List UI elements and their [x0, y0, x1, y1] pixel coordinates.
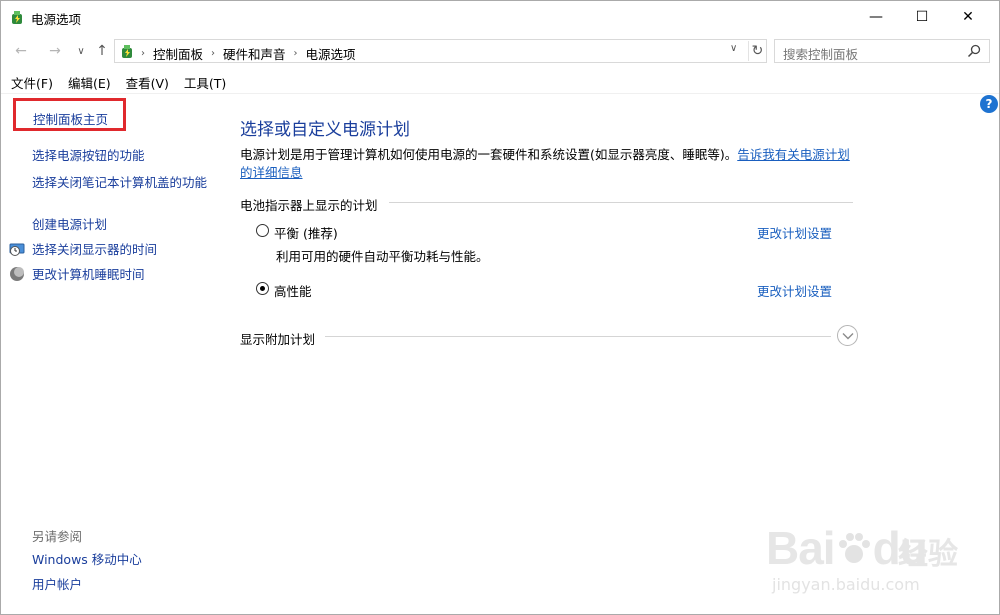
- display-clock-icon: [9, 243, 25, 256]
- battery-plans-heading: 电池指示器上显示的计划: [240, 198, 378, 213]
- address-dropdown-button[interactable]: ∨: [730, 43, 737, 54]
- high-performance-radio[interactable]: [256, 282, 269, 295]
- menu-edit[interactable]: 编辑(E): [67, 73, 112, 92]
- control-panel-icon: [122, 45, 132, 58]
- plan-high-performance-label[interactable]: 高性能: [274, 281, 312, 300]
- user-accounts-link[interactable]: 用户帐户: [32, 576, 82, 593]
- chevron-right-icon[interactable]: ›: [141, 48, 145, 59]
- sleep-moon-icon: [10, 267, 24, 281]
- plan-balanced-label[interactable]: 平衡 (推荐): [274, 223, 338, 242]
- recent-locations-button[interactable]: ∨: [71, 41, 91, 61]
- breadcrumb-control-panel[interactable]: 控制面板: [153, 44, 203, 63]
- control-panel-window: 电源选项 — ☐ ✕ ← → ∨ ↑ › 控制面板 › 硬件和声音 › 电源选项…: [0, 0, 1000, 615]
- up-button[interactable]: ↑: [92, 41, 112, 61]
- see-also-heading: 另请参阅: [32, 529, 83, 544]
- chevron-down-icon: [842, 332, 853, 339]
- left-pane: 控制面板主页 选择电源按钮的功能 选择关闭笔记本计算机盖的功能 创建电源计划 选…: [1, 94, 223, 614]
- description-text: 电源计划是用于管理计算机如何使用电源的一套硬件和系统设置(如显示器亮度、睡眠等)…: [240, 147, 738, 162]
- plan-balanced-description: 利用可用的硬件自动平衡功耗与性能。: [276, 249, 489, 264]
- navigation-bar: ← → ∨ ↑ › 控制面板 › 硬件和声音 › 电源选项 ∨ ↻ 搜索控制面板: [1, 35, 999, 67]
- section-divider: [389, 202, 853, 203]
- balanced-radio[interactable]: [256, 224, 269, 237]
- search-placeholder: 搜索控制面板: [783, 47, 859, 62]
- balanced-change-settings-link[interactable]: 更改计划设置: [757, 223, 832, 242]
- breadcrumb-power-options[interactable]: 电源选项: [306, 44, 356, 63]
- menu-tools[interactable]: 工具(T): [183, 73, 227, 92]
- search-input[interactable]: 搜索控制面板: [774, 39, 990, 63]
- control-panel-home-link[interactable]: 控制面板主页: [33, 109, 108, 128]
- display-off-time-link[interactable]: 选择关闭显示器的时间: [32, 241, 157, 258]
- breadcrumb-hardware-sound[interactable]: 硬件和声音: [223, 44, 286, 63]
- sleep-time-link[interactable]: 更改计算机睡眠时间: [32, 266, 145, 283]
- address-bar[interactable]: › 控制面板 › 硬件和声音 › 电源选项 ∨ ↻: [114, 39, 767, 63]
- watermark-url: jingyan.baidu.com: [772, 575, 920, 594]
- power-button-function-link[interactable]: 选择电源按钮的功能: [32, 147, 145, 164]
- power-options-icon: [12, 11, 22, 24]
- baidu-watermark: Bai du 经验 jingyan.baidu.com: [766, 509, 976, 599]
- watermark-cn: 经验: [898, 537, 958, 572]
- windows-mobility-center-link[interactable]: Windows 移动中心: [32, 551, 142, 568]
- search-icon[interactable]: [967, 44, 981, 58]
- title-bar: 电源选项 — ☐ ✕: [1, 1, 999, 33]
- lid-close-function-link[interactable]: 选择关闭笔记本计算机盖的功能: [32, 174, 212, 191]
- forward-button[interactable]: →: [45, 41, 65, 61]
- chevron-right-icon[interactable]: ›: [294, 48, 298, 59]
- expand-chevron-icon[interactable]: [837, 325, 858, 346]
- minimize-button[interactable]: —: [853, 1, 899, 33]
- page-description: 电源计划是用于管理计算机如何使用电源的一套硬件和系统设置(如显示器亮度、睡眠等)…: [240, 146, 860, 182]
- page-title: 选择或自定义电源计划: [240, 120, 410, 140]
- menu-file[interactable]: 文件(F): [10, 73, 54, 92]
- chevron-right-icon[interactable]: ›: [211, 48, 215, 59]
- high-performance-change-settings-link[interactable]: 更改计划设置: [757, 281, 832, 300]
- menu-bar: 文件(F) 编辑(E) 查看(V) 工具(T): [1, 71, 999, 93]
- paw-icon: [838, 533, 870, 563]
- maximize-button[interactable]: ☐: [899, 1, 945, 33]
- additional-plans-divider: [325, 336, 831, 337]
- create-power-plan-link[interactable]: 创建电源计划: [32, 216, 107, 233]
- back-button[interactable]: ←: [11, 41, 31, 61]
- breadcrumb: › 控制面板 › 硬件和声音 › 电源选项: [141, 44, 356, 63]
- window-title: 电源选项: [31, 12, 82, 27]
- home-link-highlight: 控制面板主页: [13, 98, 126, 131]
- refresh-button[interactable]: ↻: [748, 41, 766, 61]
- menu-view[interactable]: 查看(V): [125, 73, 170, 92]
- close-button[interactable]: ✕: [945, 1, 991, 33]
- show-additional-plans-heading[interactable]: 显示附加计划: [240, 329, 315, 348]
